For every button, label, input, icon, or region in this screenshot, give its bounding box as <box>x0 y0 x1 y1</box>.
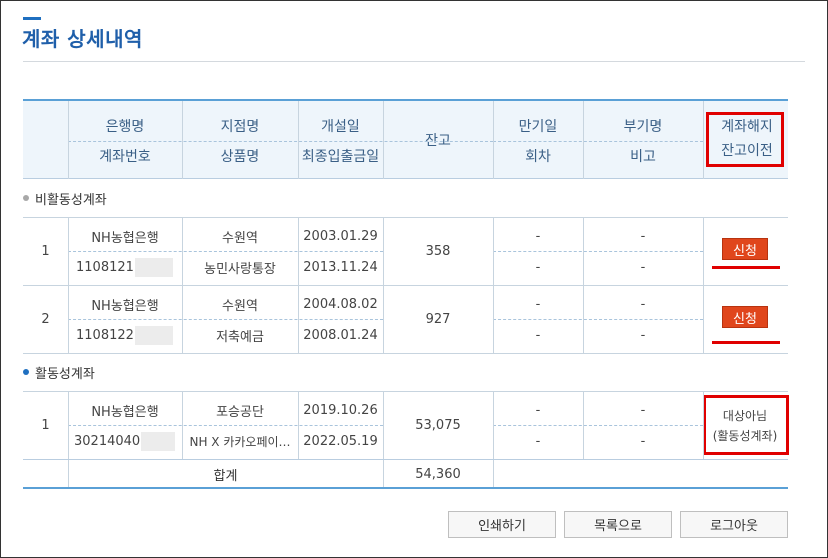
apply-button[interactable]: 신청 <box>722 238 768 260</box>
table-header: 은행명 계좌번호 지점명 상품명 개설일 최종입출금일 잔고 만기일 회차 부기… <box>23 99 788 179</box>
apply-button[interactable]: 신청 <box>722 306 768 328</box>
header-account-no: 계좌번호 <box>99 149 151 165</box>
header-round: 회차 <box>525 149 551 165</box>
row-balance: 53,075 <box>415 417 461 433</box>
masked-digits <box>134 257 173 277</box>
row-round: - <box>535 433 541 449</box>
header-open-date: 개설일 <box>321 119 360 135</box>
row-remark: - <box>640 433 646 449</box>
table-row: 2 NH농협은행 1108122 수원역 저축예금 2004.08.02 200… <box>23 285 788 353</box>
total-value: 54,360 <box>415 466 461 482</box>
header-remark: 비고 <box>630 149 656 165</box>
row-product: 저축예금 <box>216 329 264 345</box>
row-account: 1108122 <box>68 321 182 349</box>
row-round: - <box>535 327 541 343</box>
total-label: 합계 <box>213 468 238 484</box>
row-maturity: - <box>535 402 541 418</box>
row-account: 30214040 <box>68 427 182 455</box>
row-sub-name: - <box>640 228 646 244</box>
row-branch: 수원역 <box>222 298 258 314</box>
section-label: 비활동성계좌 <box>35 192 107 208</box>
title-accent-bar <box>23 17 41 20</box>
header-product: 상품명 <box>220 149 260 165</box>
row-bank: NH농협은행 <box>91 298 159 314</box>
page-title: 계좌 상세내역 <box>22 27 143 51</box>
apply-underline <box>712 341 780 344</box>
table-row: 1 NH농협은행 30214040 포승공단 NH X 카카오페이… 2019.… <box>23 391 789 459</box>
row-product: 농민사랑통장 <box>204 261 276 277</box>
section-label: 활동성계좌 <box>35 366 95 382</box>
bullet-icon <box>23 369 29 375</box>
row-maturity: - <box>535 296 541 312</box>
header-branch: 지점명 <box>220 119 260 135</box>
row-remark: - <box>640 327 646 343</box>
row-bank: NH농협은행 <box>91 404 159 420</box>
header-bank: 은행명 <box>105 119 145 135</box>
section-inactive: 비활동성계좌 <box>23 179 788 217</box>
total-row: 합계 54,360 <box>23 459 788 489</box>
header-sub-name: 부기명 <box>623 119 663 135</box>
window-frame: 계좌 상세내역 은행명 계좌번호 지점명 상품명 개설일 최종입출금일 잔고 만… <box>0 0 828 558</box>
row-round: - <box>535 259 541 275</box>
header-balance: 잔고 <box>425 133 451 149</box>
row-bank: NH농협은행 <box>91 230 159 246</box>
row-last-tx: 2008.01.24 <box>303 327 378 343</box>
masked-digits <box>141 431 176 451</box>
row-branch: 수원역 <box>222 230 258 246</box>
table-row: 1 NH농협은행 1108121 수원역 농민사랑통장 2003.01.29 2… <box>23 217 788 285</box>
row-number: 1 <box>41 243 50 259</box>
masked-digits <box>134 325 173 345</box>
row-balance: 358 <box>425 243 451 259</box>
row-number: 2 <box>41 311 50 327</box>
row-maturity: - <box>535 228 541 244</box>
not-eligible-highlight <box>703 395 789 455</box>
row-number: 1 <box>41 417 50 433</box>
section-active: 활동성계좌 <box>23 353 788 391</box>
row-balance: 927 <box>425 311 451 327</box>
row-account: 1108121 <box>68 253 182 281</box>
row-open-date: 2003.01.29 <box>303 228 378 244</box>
row-remark: - <box>640 259 646 275</box>
header-last-tx: 최종입출금일 <box>301 149 380 165</box>
row-open-date: 2004.08.02 <box>303 296 378 312</box>
list-button[interactable]: 목록으로 <box>564 511 672 538</box>
title-divider <box>23 61 805 62</box>
header-maturity: 만기일 <box>518 119 558 135</box>
row-last-tx: 2013.11.24 <box>303 259 378 275</box>
header-action-highlight <box>706 112 784 167</box>
apply-underline <box>712 266 780 269</box>
row-sub-name: - <box>640 402 646 418</box>
row-sub-name: - <box>640 296 646 312</box>
row-last-tx: 2022.05.19 <box>303 433 378 449</box>
row-branch: 포승공단 <box>216 404 264 420</box>
row-product: NH X 카카오페이… <box>189 434 291 449</box>
print-button[interactable]: 인쇄하기 <box>448 511 556 538</box>
logout-button[interactable]: 로그아웃 <box>680 511 788 538</box>
row-open-date: 2019.10.26 <box>303 402 378 418</box>
bullet-icon <box>23 195 29 201</box>
